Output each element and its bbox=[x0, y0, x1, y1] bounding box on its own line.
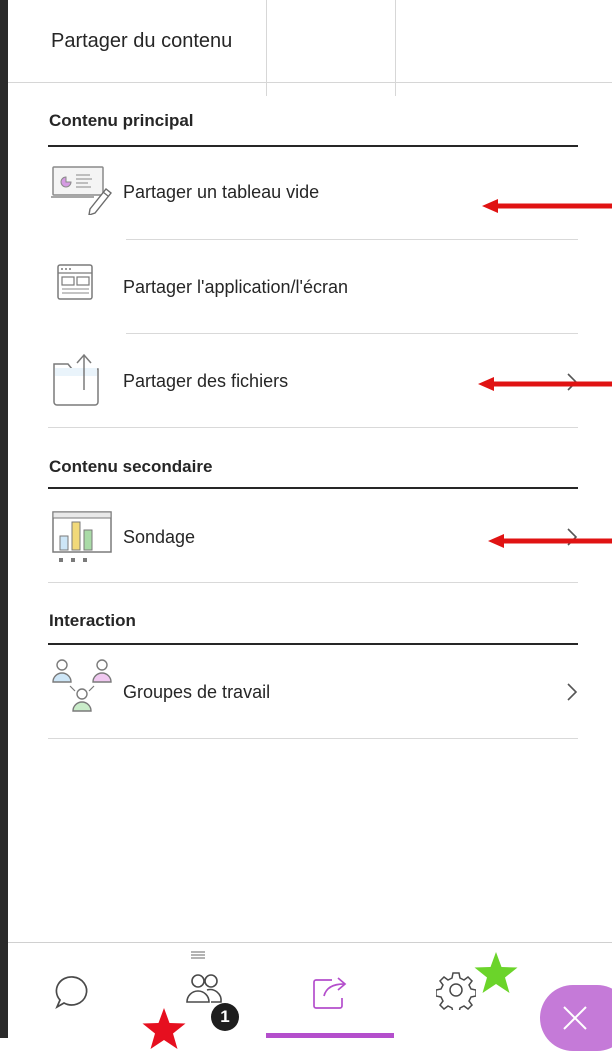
breakout-groups-icon bbox=[50, 656, 114, 712]
participants-icon bbox=[186, 974, 222, 1003]
participants-count-badge: 1 bbox=[211, 1003, 239, 1031]
section-rule-interaction bbox=[48, 643, 578, 645]
whiteboard-icon bbox=[50, 163, 114, 217]
breakout-groups-label: Groupes de travail bbox=[123, 682, 271, 702]
left-border bbox=[0, 0, 8, 1038]
poll-label: Sondage bbox=[123, 527, 196, 547]
divider bbox=[48, 427, 578, 428]
share-content-panel: Partager du contenu Contenu principal Pa… bbox=[8, 0, 612, 1051]
share-application-screen-label: Partager l'application/l'écran bbox=[123, 277, 348, 297]
close-panel-button[interactable] bbox=[540, 985, 612, 1051]
annotation-star-icon bbox=[474, 952, 518, 993]
annotation-arrow-icon bbox=[478, 377, 612, 391]
annotation-arrow-icon bbox=[488, 534, 612, 548]
share-whiteboard-item[interactable]: Partager un tableau vide bbox=[48, 147, 578, 239]
section-heading-secondary: Contenu secondaire bbox=[49, 457, 213, 476]
section-heading-interaction: Interaction bbox=[49, 611, 136, 630]
share-whiteboard-label: Partager un tableau vide bbox=[123, 182, 320, 202]
section-rule-secondary bbox=[48, 487, 578, 489]
active-tab-frame bbox=[266, 0, 396, 96]
poll-chart-icon bbox=[50, 510, 114, 562]
annotation-arrow-icon bbox=[482, 199, 612, 213]
section-heading-primary: Contenu principal bbox=[49, 111, 194, 130]
annotation-star-icon bbox=[142, 1008, 186, 1049]
settings-icon bbox=[436, 972, 476, 1010]
share-content-tab[interactable] bbox=[266, 942, 394, 1038]
chat-tab[interactable] bbox=[8, 942, 136, 1038]
close-icon bbox=[563, 1006, 587, 1030]
app-window-icon bbox=[50, 262, 114, 314]
panel-title: Partager du contenu bbox=[51, 30, 233, 52]
share-content-icon bbox=[313, 977, 347, 1009]
folder-upload-icon bbox=[50, 350, 114, 406]
divider bbox=[48, 738, 578, 739]
share-files-label: Partager des fichiers bbox=[123, 371, 289, 391]
chevron-right-icon bbox=[566, 682, 578, 702]
divider bbox=[48, 582, 578, 583]
chat-icon bbox=[55, 976, 88, 1009]
share-application-screen-item[interactable]: Partager l'application/l'écran bbox=[48, 240, 578, 332]
breakout-groups-item[interactable]: Groupes de travail bbox=[48, 646, 578, 738]
